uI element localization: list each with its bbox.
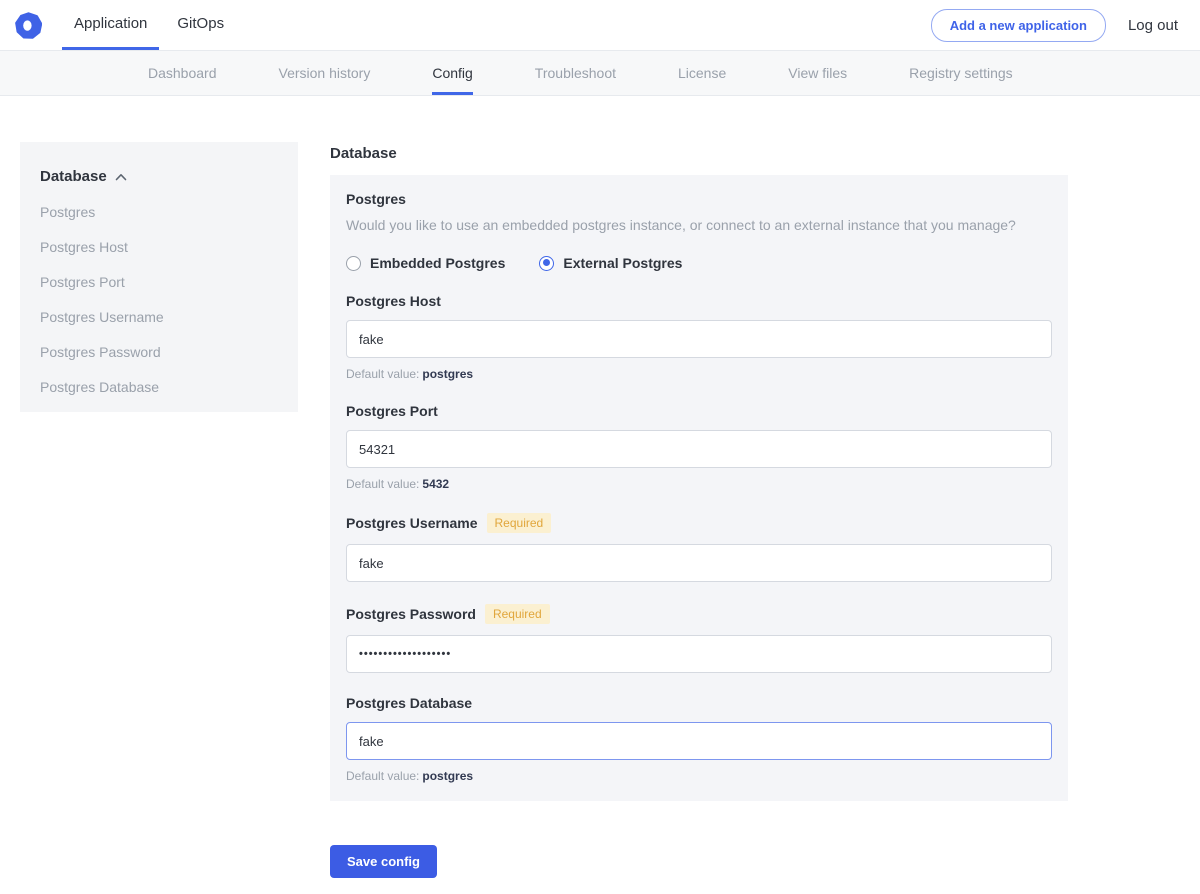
sidebar-item-postgres-database[interactable]: Postgres Database	[40, 378, 278, 396]
field-postgres-username: Postgres Username Required	[346, 513, 1052, 582]
sidebar-item-postgres[interactable]: Postgres	[40, 203, 278, 221]
add-application-button[interactable]: Add a new application	[931, 9, 1106, 42]
sidebar-item-postgres-host[interactable]: Postgres Host	[40, 238, 278, 256]
radio-unchecked-icon	[346, 256, 361, 271]
radio-external-postgres[interactable]: External Postgres	[539, 255, 682, 271]
header-actions: Add a new application Log out	[931, 0, 1200, 50]
postgres-password-input[interactable]	[346, 635, 1052, 673]
tab-license[interactable]: License	[678, 51, 726, 95]
postgres-username-label-text: Postgres Username	[346, 515, 478, 531]
tab-view-files[interactable]: View files	[788, 51, 847, 95]
postgres-group-label: Postgres	[346, 191, 1052, 207]
default-prefix: Default value:	[346, 477, 419, 491]
postgres-group-help: Would you like to use an embedded postgr…	[346, 217, 1052, 233]
sidebar-item-postgres-password[interactable]: Postgres Password	[40, 343, 278, 361]
postgres-username-label: Postgres Username Required	[346, 513, 1052, 533]
postgres-port-label: Postgres Port	[346, 403, 1052, 419]
field-postgres-database: Postgres Database Default value:postgres	[346, 695, 1052, 783]
logout-link[interactable]: Log out	[1128, 17, 1178, 34]
postgres-host-input[interactable]	[346, 320, 1052, 358]
radio-embedded-label: Embedded Postgres	[370, 255, 505, 271]
app-logo-icon	[15, 12, 42, 39]
default-value: postgres	[422, 769, 473, 783]
config-main: Database Postgres Would you like to use …	[330, 142, 1068, 894]
postgres-host-label: Postgres Host	[346, 293, 1052, 309]
field-postgres-host: Postgres Host Default value:postgres	[346, 293, 1052, 381]
sidebar-group-database[interactable]: Database	[40, 168, 278, 185]
sidebar-item-postgres-port[interactable]: Postgres Port	[40, 273, 278, 291]
required-badge: Required	[485, 604, 550, 624]
tab-dashboard[interactable]: Dashboard	[148, 51, 217, 95]
config-sidebar: Database Postgres Postgres Host Postgres…	[20, 142, 298, 412]
save-config-button[interactable]: Save config	[330, 845, 437, 878]
required-badge: Required	[487, 513, 552, 533]
config-group-card: Postgres Would you like to use an embedd…	[330, 175, 1068, 801]
tab-registry-settings[interactable]: Registry settings	[909, 51, 1012, 95]
postgres-database-label: Postgres Database	[346, 695, 1052, 711]
sidebar-group-label: Database	[40, 168, 107, 185]
postgres-port-default: Default value:5432	[346, 477, 1052, 491]
field-postgres-password: Postgres Password Required	[346, 604, 1052, 673]
tab-version-history[interactable]: Version history	[279, 51, 371, 95]
app-header: Application GitOps Add a new application…	[0, 0, 1200, 50]
postgres-host-default: Default value:postgres	[346, 367, 1052, 381]
default-prefix: Default value:	[346, 769, 419, 783]
default-value: 5432	[422, 477, 449, 491]
postgres-username-input[interactable]	[346, 544, 1052, 582]
chevron-up-icon	[115, 173, 127, 181]
postgres-options: Embedded Postgres External Postgres	[346, 255, 1052, 271]
header-tabs: Application GitOps	[62, 0, 242, 50]
default-value: postgres	[422, 367, 473, 381]
tab-application[interactable]: Application	[62, 0, 159, 50]
radio-external-label: External Postgres	[563, 255, 682, 271]
postgres-radio-group: Postgres Would you like to use an embedd…	[346, 191, 1052, 271]
postgres-database-default: Default value:postgres	[346, 769, 1052, 783]
app-subnav: Dashboard Version history Config Trouble…	[0, 50, 1200, 96]
tab-config[interactable]: Config	[432, 51, 472, 95]
app-logo[interactable]	[8, 0, 48, 50]
section-title: Database	[330, 145, 1068, 162]
radio-checked-icon	[539, 256, 554, 271]
postgres-database-input[interactable]	[346, 722, 1052, 760]
postgres-port-input[interactable]	[346, 430, 1052, 468]
default-prefix: Default value:	[346, 367, 419, 381]
field-postgres-port: Postgres Port Default value:5432	[346, 403, 1052, 491]
config-page: Database Postgres Postgres Host Postgres…	[0, 96, 1200, 894]
radio-embedded-postgres[interactable]: Embedded Postgres	[346, 255, 505, 271]
sidebar-item-postgres-username[interactable]: Postgres Username	[40, 308, 278, 326]
postgres-password-label: Postgres Password Required	[346, 604, 1052, 624]
tab-troubleshoot[interactable]: Troubleshoot	[535, 51, 616, 95]
tab-gitops[interactable]: GitOps	[165, 0, 236, 50]
postgres-password-label-text: Postgres Password	[346, 606, 476, 622]
